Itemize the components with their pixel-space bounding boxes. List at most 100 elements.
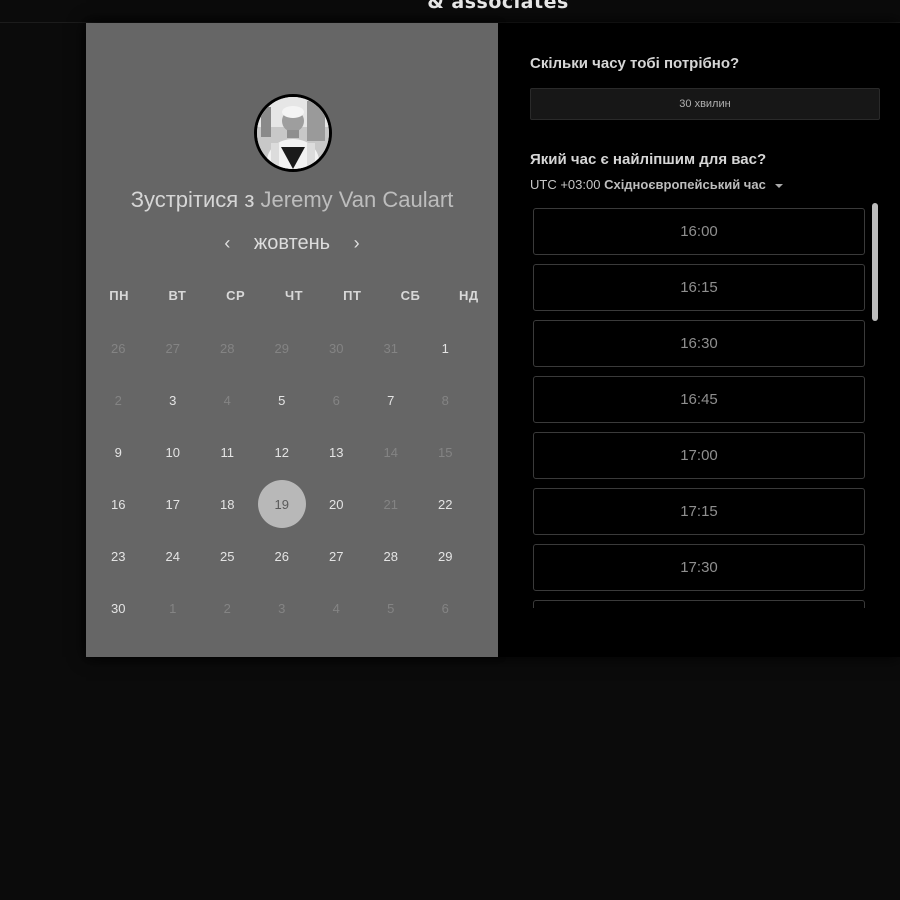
calendar-day-number: 28 — [220, 340, 235, 356]
calendar-day-number: 27 — [329, 548, 344, 564]
prev-month-button[interactable]: ‹ — [218, 233, 236, 254]
next-month-button[interactable]: › — [348, 233, 366, 254]
calendar-day-number: 4 — [223, 392, 231, 408]
host-avatar — [254, 94, 332, 172]
calendar-day-number: 6 — [441, 600, 449, 616]
calendar-day[interactable]: 17 — [146, 478, 201, 530]
duration-question: Скільки часу тобі потрібно? — [530, 55, 740, 72]
calendar-day[interactable]: 5 — [255, 374, 310, 426]
calendar-day[interactable]: 11 — [200, 426, 255, 478]
calendar-day[interactable]: 22 — [418, 478, 473, 530]
calendar-week: 30 1 2 3 4 5 6 — [91, 582, 475, 634]
calendar-day-number: 26 — [111, 340, 126, 356]
calendar-day-number: 26 — [274, 548, 289, 564]
time-slot-button[interactable] — [533, 600, 865, 608]
calendar-day: 27 — [146, 322, 201, 374]
calendar-day-number: 22 — [438, 496, 453, 512]
timezone-offset: UTC +03:00 — [530, 177, 601, 192]
meeting-title: Зустрітися з Jeremy Van Caulart — [86, 187, 498, 213]
calendar-day: 8 — [418, 374, 473, 426]
calendar-day[interactable]: 20 — [309, 478, 364, 530]
calendar-grid: 26 27 28 29 30 31 1 2 3 4 5 6 7 8 9 10 11 12 13 14 15 16 17 18 1… — [91, 322, 475, 634]
calendar-day[interactable]: 29 — [418, 530, 473, 582]
time-slot-button[interactable]: 16:00 — [533, 208, 865, 255]
time-slot-button[interactable]: 16:30 — [533, 320, 865, 367]
timezone-select[interactable]: UTC +03:00 Східноєвропейський час — [530, 177, 784, 192]
calendar-day[interactable]: 13 — [309, 426, 364, 478]
calendar-day[interactable]: 26 — [255, 530, 310, 582]
host-name: Jeremy Van Caulart — [260, 187, 454, 212]
brand-title: & associates — [427, 0, 569, 13]
calendar-day-number: 11 — [220, 444, 235, 460]
calendar-day-number: 24 — [165, 548, 180, 564]
calendar-day-number: 14 — [383, 444, 398, 460]
host-photo — [257, 97, 329, 169]
calendar-day-number: 23 — [111, 548, 126, 564]
calendar-day[interactable]: 23 — [91, 530, 146, 582]
calendar-day-number: 13 — [329, 444, 344, 460]
calendar-day[interactable]: 7 — [364, 374, 419, 426]
calendar-day: 26 — [91, 322, 146, 374]
weekday-thu: ЧТ — [284, 288, 304, 303]
calendar-day-number: 10 — [165, 444, 180, 460]
calendar-week: 2 3 4 5 6 7 8 — [91, 374, 475, 426]
calendar-day-number: 4 — [332, 600, 340, 616]
timezone-name: Східноєвропейський час — [604, 177, 766, 192]
time-slot-list[interactable]: 16:00 16:15 16:30 16:45 17:00 17:15 17:30 — [533, 208, 865, 608]
calendar-week: 9 10 11 12 13 14 15 — [91, 426, 475, 478]
time-slot-button[interactable]: 17:00 — [533, 432, 865, 479]
calendar-day: 31 — [364, 322, 419, 374]
calendar-day[interactable]: 25 — [200, 530, 255, 582]
calendar-day[interactable]: 10 — [146, 426, 201, 478]
calendar-day-number: 20 — [329, 496, 344, 512]
time-question: Який час є найліпшим для вас? — [530, 151, 767, 168]
duration-value: 30 хвилин — [679, 98, 731, 110]
month-label: жовтень — [253, 232, 331, 255]
calendar-day[interactable]: 27 — [309, 530, 364, 582]
time-slot-button[interactable]: 16:15 — [533, 264, 865, 311]
calendar-day: 1 — [146, 582, 201, 634]
time-slot-button[interactable]: 16:45 — [533, 376, 865, 423]
calendar-day[interactable]: 12 — [255, 426, 310, 478]
calendar-day[interactable]: 1 — [418, 322, 473, 374]
calendar-day: 14 — [364, 426, 419, 478]
calendar-day[interactable]: 24 — [146, 530, 201, 582]
weekday-sat: СБ — [400, 288, 421, 303]
calendar-day-number: 30 — [111, 600, 126, 616]
weekday-tue: ВТ — [168, 288, 187, 303]
month-navigation: ‹ жовтень › — [86, 232, 498, 255]
calendar-day[interactable]: 28 — [364, 530, 419, 582]
calendar-day[interactable]: 16 — [91, 478, 146, 530]
calendar-day-number: 18 — [220, 496, 235, 512]
calendar-day: 2 — [200, 582, 255, 634]
calendar-day: 30 — [309, 322, 364, 374]
duration-select[interactable]: 30 хвилин — [530, 88, 880, 120]
slot-list-scrollbar[interactable] — [872, 203, 878, 321]
calendar-day-number: 29 — [438, 548, 453, 564]
calendar-day: 3 — [255, 582, 310, 634]
calendar-day-number: 19 — [274, 496, 289, 512]
calendar-day-number: 25 — [220, 548, 235, 564]
calendar-day-number: 5 — [278, 392, 286, 408]
calendar-day[interactable]: 18 — [200, 478, 255, 530]
time-slot-button[interactable]: 17:15 — [533, 488, 865, 535]
weekday-mon: ПН — [109, 288, 129, 303]
calendar-day: 4 — [200, 374, 255, 426]
booking-panel: Скільки часу тобі потрібно? 30 хвилин Як… — [498, 23, 900, 657]
calendar-day-number: 31 — [383, 340, 398, 356]
calendar-day-selected[interactable]: 19 — [255, 478, 310, 530]
calendar-day: 28 — [200, 322, 255, 374]
calendar-day-number: 17 — [165, 496, 180, 512]
calendar-day: 21 — [364, 478, 419, 530]
calendar-day[interactable]: 9 — [91, 426, 146, 478]
calendar-day: 6 — [418, 582, 473, 634]
calendar-day-number: 3 — [278, 600, 286, 616]
calendar-day[interactable]: 30 — [91, 582, 146, 634]
time-slot-button[interactable]: 17:30 — [533, 544, 865, 591]
calendar-day: 5 — [364, 582, 419, 634]
scheduler-widget: Зустрітися з Jeremy Van Caulart ‹ жовтен… — [86, 23, 900, 657]
calendar-day-number: 6 — [332, 392, 340, 408]
calendar-day-number: 15 — [438, 444, 453, 460]
calendar-day-number: 12 — [274, 444, 289, 460]
calendar-day[interactable]: 3 — [146, 374, 201, 426]
